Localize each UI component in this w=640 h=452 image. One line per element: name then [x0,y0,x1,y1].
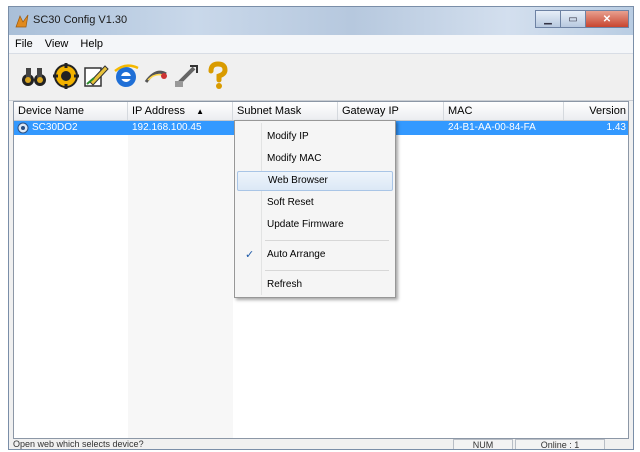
menu-item-label: Web Browser [268,175,328,186]
column-fill-device-name [14,120,128,438]
window-controls: ▁ ▭ ✕ [535,10,629,30]
column-header-label: Device Name [18,105,85,117]
menu-item-web-browser[interactable]: Web Browser [237,171,393,191]
app-icon [15,14,29,28]
window-title: SC30 Config V1.30 [33,14,128,26]
menu-bar: File View Help [9,35,633,54]
maximize-icon: ▭ [568,13,578,25]
menu-item-auto-arrange[interactable]: ✓ Auto Arrange [237,245,393,265]
web-browser-button[interactable] [111,60,141,92]
update-firmware-icon [175,65,198,87]
reset-icon [144,70,167,83]
toolbar [9,54,633,101]
menu-item-soft-reset[interactable]: Soft Reset [237,193,393,213]
status-num: NUM [453,439,513,449]
column-header-device-name[interactable]: Device Name [14,102,128,120]
sort-ascending-icon: ▲ [196,107,204,116]
menu-file[interactable]: File [9,38,39,50]
list-header: Device Name IP Address ▲ Subnet Mask Gat… [14,102,628,121]
cell-mac: 24-B1-AA-00-84-FA [448,122,536,133]
menu-item-label: Modify MAC [267,153,322,164]
menu-item-label: Auto Arrange [267,249,326,260]
column-header-mac[interactable]: MAC [444,102,564,120]
menu-help[interactable]: Help [74,38,109,50]
cell-version: 1.43 [606,122,626,133]
settings-button[interactable] [51,60,81,92]
column-header-label: IP Address [132,105,185,117]
minimize-icon: ▁ [544,13,552,25]
menu-item-modify-ip[interactable]: Modify IP [237,127,393,147]
menu-item-modify-mac[interactable]: Modify MAC [237,149,393,169]
reset-button[interactable] [141,60,171,92]
menu-item-update-firmware[interactable]: Update Firmware [237,215,393,235]
column-header-gateway-ip[interactable]: Gateway IP [338,102,444,120]
cell-ip-address: 192.168.100.45 [132,122,202,133]
column-header-label: Gateway IP [342,105,399,117]
check-icon: ✓ [245,249,255,261]
cell-device-name: SC30DO2 [32,122,78,133]
menu-separator [265,270,389,271]
menu-item-label: Refresh [267,279,303,290]
column-header-label: MAC [448,105,473,117]
status-message: Open web which selects device? [13,439,144,449]
column-header-subnet-mask[interactable]: Subnet Mask [233,102,338,120]
settings-gear-icon [53,63,79,89]
menu-item-refresh[interactable]: Refresh [237,275,393,295]
maximize-button[interactable]: ▭ [560,10,586,28]
help-button[interactable] [203,60,233,92]
modify-button[interactable] [81,60,111,92]
menu-separator [265,240,389,241]
column-fill-ip-address [128,120,233,438]
menu-item-label: Modify IP [267,131,309,142]
context-menu: Modify IP Modify MAC Web Browser Soft Re… [234,120,396,298]
menu-view[interactable]: View [39,38,75,50]
column-header-label: Version [589,105,626,117]
column-header-ip-address[interactable]: IP Address ▲ [128,102,233,120]
close-icon: ✕ [602,13,612,25]
menu-item-label: Update Firmware [267,219,344,230]
minimize-button[interactable]: ▁ [535,10,561,28]
update-firmware-button[interactable] [171,60,201,92]
column-header-label: Subnet Mask [237,105,302,117]
close-button[interactable]: ✕ [585,10,629,28]
web-browser-e-icon [114,64,139,87]
status-online: Online : 1 [515,439,605,449]
column-header-version[interactable]: Version [564,102,628,120]
menu-item-label: Soft Reset [267,197,314,208]
modify-edit-icon [84,65,109,87]
search-device-button[interactable] [19,60,49,92]
help-question-icon [208,61,228,89]
search-binoculars-icon [22,68,46,86]
title-bar[interactable]: SC30 Config V1.30 ▁ ▭ ✕ [9,7,633,35]
status-bar: Open web which selects device? NUM Onlin… [9,439,633,449]
